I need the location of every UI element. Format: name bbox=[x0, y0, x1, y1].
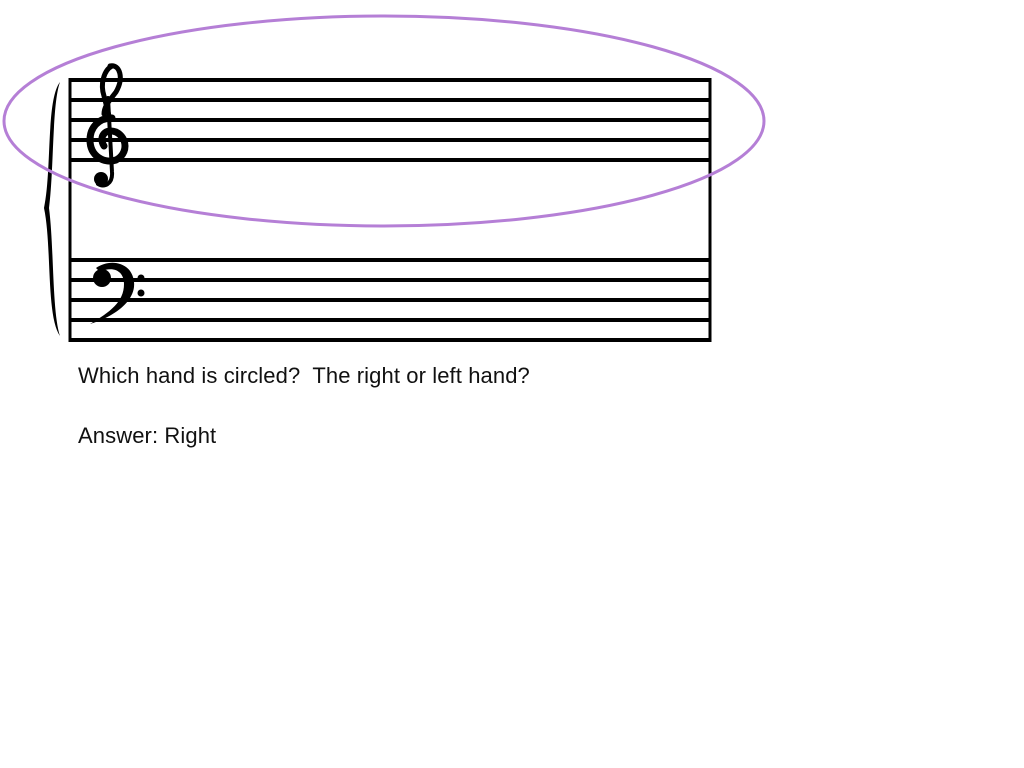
question-text: Which hand is circled? The right or left… bbox=[78, 363, 530, 388]
bass-clef-icon bbox=[90, 262, 145, 324]
grand-staff-brace bbox=[44, 82, 60, 336]
bass-staff bbox=[69, 258, 711, 342]
grand-staff-diagram bbox=[2, 14, 766, 342]
treble-staff bbox=[69, 78, 711, 162]
treble-clef-ball bbox=[94, 172, 108, 186]
treble-clef-icon bbox=[86, 63, 129, 188]
answer-text: Answer: Right bbox=[78, 423, 217, 448]
